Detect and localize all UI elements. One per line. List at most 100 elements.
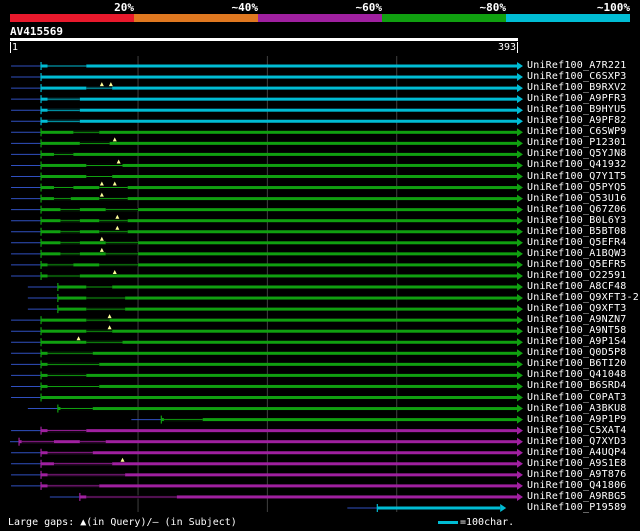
- query-gap-marker: [116, 159, 121, 164]
- hit-arrow: [517, 271, 523, 280]
- hit-label[interactable]: UniRef100_B6SRD4: [527, 380, 627, 391]
- hit-arrow: [517, 371, 523, 380]
- hit-bar[interactable]: [41, 373, 517, 377]
- hit-label[interactable]: UniRef100_A1BQW3: [527, 248, 627, 259]
- hit-label[interactable]: UniRef100_Q9XFT3-2: [527, 292, 639, 303]
- hit-label[interactable]: UniRef100_A8CF48: [527, 281, 627, 292]
- hit-bar[interactable]: [41, 396, 517, 399]
- hit-label[interactable]: UniRef100_A9P1S4: [527, 336, 627, 347]
- hit-arrow: [517, 459, 523, 468]
- hit-label[interactable]: UniRef100_Q9XFT3: [527, 303, 627, 314]
- hit-label[interactable]: UniRef100_A3BKU8: [527, 403, 627, 414]
- hit-label[interactable]: UniRef100_P12301: [527, 137, 627, 148]
- hit-bar[interactable]: [57, 296, 518, 300]
- hit-arrow: [517, 260, 523, 269]
- hit-label[interactable]: UniRef100_B6TI20: [527, 358, 627, 369]
- hit-bar[interactable]: [41, 152, 517, 156]
- hit-arrow: [517, 150, 523, 159]
- hit-arrow: [517, 139, 523, 148]
- hit-label[interactable]: UniRef100_Q0D5P8: [527, 347, 627, 358]
- hit-label[interactable]: UniRef100_B9RXV2: [527, 82, 627, 93]
- hit-bar[interactable]: [41, 384, 517, 388]
- hit-arrow: [517, 106, 523, 115]
- hit-label[interactable]: UniRef100_C5XAT4: [527, 425, 627, 436]
- hit-label[interactable]: UniRef100_Q41806: [527, 480, 627, 491]
- hit-bar[interactable]: [41, 329, 517, 333]
- query-gap-marker: [120, 457, 125, 462]
- hit-bar[interactable]: [57, 285, 518, 289]
- hit-label[interactable]: UniRef100_Q67Z06: [527, 204, 627, 215]
- hit-label[interactable]: UniRef100_A7R221: [527, 60, 627, 71]
- hit-label[interactable]: UniRef100_Q41048: [527, 369, 627, 380]
- query-gap-marker: [115, 214, 120, 219]
- hit-arrow: [517, 481, 523, 490]
- hit-bar[interactable]: [41, 451, 517, 455]
- hit-label[interactable]: UniRef100_Q53U16: [527, 193, 627, 204]
- hit-label[interactable]: UniRef100_Q41932: [527, 159, 627, 170]
- hit-label[interactable]: UniRef100_A9NT58: [527, 325, 627, 336]
- hit-arrow: [517, 216, 523, 225]
- hit-bar[interactable]: [41, 86, 517, 90]
- hit-label[interactable]: UniRef100_A9PF82: [527, 115, 627, 126]
- hit-arrow: [517, 249, 523, 258]
- hit-bar[interactable]: [41, 175, 517, 178]
- hit-bar[interactable]: [41, 141, 517, 145]
- hit-label[interactable]: UniRef100_Q5PYQ5: [527, 182, 627, 193]
- hit-bar[interactable]: [41, 108, 517, 112]
- hit-bar[interactable]: [57, 307, 518, 311]
- hit-arrow: [517, 62, 523, 70]
- hit-label[interactable]: UniRef100_A9PFR3: [527, 93, 627, 104]
- hit-bar[interactable]: [377, 506, 501, 510]
- hit-label[interactable]: UniRef100_Q7XYD3: [527, 436, 627, 447]
- hit-label[interactable]: UniRef100_C6SXP3: [527, 71, 627, 82]
- query-gap-marker: [99, 192, 104, 197]
- query-gap-marker: [112, 269, 117, 274]
- hit-bar[interactable]: [41, 318, 517, 322]
- hit-arrow: [517, 117, 523, 126]
- hit-label[interactable]: UniRef100_P19589: [527, 502, 627, 513]
- hit-bar[interactable]: [41, 362, 517, 366]
- query-gap-marker: [107, 325, 112, 330]
- hit-label[interactable]: UniRef100_A9P1P9: [527, 414, 627, 425]
- hit-arrow: [517, 382, 523, 391]
- hit-label[interactable]: UniRef100_B0L6Y3: [527, 215, 627, 226]
- hit-label[interactable]: UniRef100_A9S1E8: [527, 458, 627, 469]
- hit-label[interactable]: UniRef100_A4UQP4: [527, 447, 627, 458]
- hit-label[interactable]: UniRef100_Q5YJN8: [527, 148, 627, 159]
- query-gap-marker: [108, 82, 113, 87]
- hit-label[interactable]: UniRef100_Q5EFR5: [527, 259, 627, 270]
- hit-bar[interactable]: [41, 119, 517, 123]
- hit-arrow: [500, 504, 507, 512]
- hit-bar[interactable]: [41, 429, 517, 433]
- hit-label[interactable]: UniRef100_C0PAT3: [527, 392, 627, 403]
- hit-label[interactable]: UniRef100_A9NZN7: [527, 314, 627, 325]
- hit-bar[interactable]: [41, 484, 517, 488]
- hit-arrow: [517, 393, 523, 402]
- query-gap-marker: [99, 181, 104, 186]
- hit-label[interactable]: UniRef100_Q7Y1T5: [527, 171, 627, 182]
- hit-bar[interactable]: [41, 75, 517, 79]
- hit-bar[interactable]: [41, 64, 517, 68]
- hit-bar[interactable]: [41, 97, 517, 101]
- hit-arrow: [517, 327, 523, 336]
- query-gap-marker: [112, 137, 117, 142]
- hit-arrow: [517, 437, 523, 446]
- hit-arrow: [517, 492, 523, 501]
- hit-bar[interactable]: [41, 130, 517, 134]
- hit-bar[interactable]: [41, 351, 517, 355]
- hit-bar[interactable]: [41, 462, 517, 466]
- hit-bar[interactable]: [161, 418, 517, 422]
- hit-arrow: [517, 316, 523, 325]
- hit-label[interactable]: UniRef100_C6SWP9: [527, 126, 627, 137]
- hit-label[interactable]: UniRef100_A9T876: [527, 469, 627, 480]
- hit-arrow: [517, 73, 523, 82]
- hit-label[interactable]: UniRef100_B5BT08: [527, 226, 627, 237]
- hit-arrow: [517, 172, 523, 181]
- hit-label[interactable]: UniRef100_B9HYU5: [527, 104, 627, 115]
- hit-label[interactable]: UniRef100_O22591: [527, 270, 627, 281]
- hit-bar[interactable]: [57, 407, 518, 411]
- scale-key: =100char.: [438, 517, 514, 528]
- hit-label[interactable]: UniRef100_A9RBG5: [527, 491, 627, 502]
- hit-label[interactable]: UniRef100_Q5EFR4: [527, 237, 627, 248]
- hit-bar[interactable]: [41, 274, 517, 278]
